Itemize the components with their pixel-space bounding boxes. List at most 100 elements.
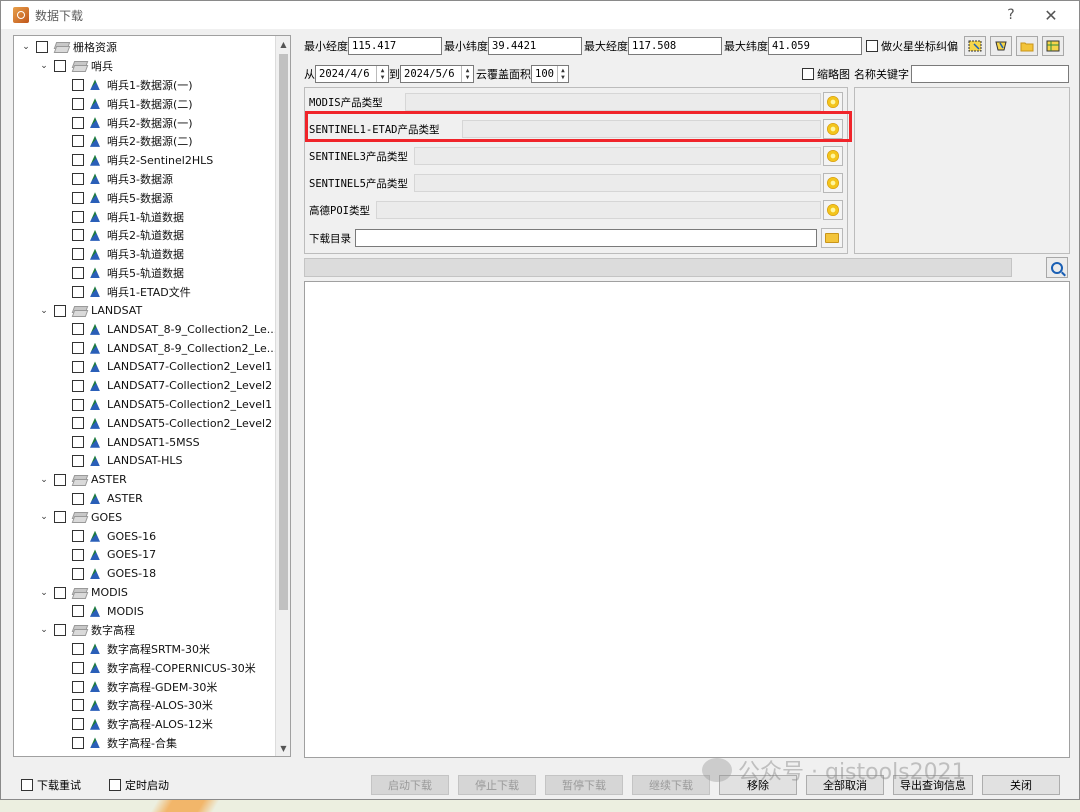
product-settings-button[interactable] bbox=[823, 200, 843, 220]
tree-checkbox[interactable] bbox=[72, 379, 84, 392]
resource-tree[interactable]: ⌄ 栅格资源 ⌄ 哨兵 哨兵1-数据源(一) 哨兵1-数据源(二) 哨兵2-数据源(一) 哨兵… bbox=[13, 35, 291, 757]
tree-leaf-node[interactable]: GOES-18 bbox=[56, 564, 156, 583]
tree-group-node[interactable]: ⌄ LANDSAT bbox=[38, 301, 142, 320]
tree-checkbox[interactable] bbox=[72, 229, 84, 242]
tree-checkbox[interactable] bbox=[72, 172, 84, 185]
chevron-down-icon[interactable]: ⌄ bbox=[38, 60, 50, 72]
tree-leaf-node[interactable]: LANDSAT7-Collection2_Level1 bbox=[56, 358, 272, 377]
tree-checkbox[interactable] bbox=[72, 736, 84, 749]
tree-leaf-node[interactable]: MODIS bbox=[56, 602, 144, 621]
grid-tool-button[interactable] bbox=[1042, 36, 1064, 56]
chevron-down-icon[interactable]: ⌄ bbox=[38, 305, 50, 317]
redownload-option[interactable]: 下载重试 bbox=[21, 777, 81, 793]
tree-group-node[interactable]: ⌄ 栅格资源 bbox=[20, 38, 117, 57]
mars-checkbox[interactable] bbox=[866, 40, 878, 52]
tree-checkbox[interactable] bbox=[54, 511, 66, 524]
tree-leaf-node[interactable]: 哨兵3-轨道数据 bbox=[56, 245, 184, 264]
tree-checkbox[interactable] bbox=[54, 624, 66, 637]
scroll-down-icon[interactable]: ▼ bbox=[276, 740, 290, 756]
tree-checkbox[interactable] bbox=[72, 360, 84, 373]
tree-checkbox[interactable] bbox=[72, 323, 84, 336]
to-date-spinner-icon[interactable]: ▲ ▼ bbox=[461, 66, 473, 82]
tree-checkbox[interactable] bbox=[72, 642, 84, 655]
product-type-field[interactable] bbox=[375, 201, 821, 219]
tree-leaf-node[interactable]: 哨兵3-数据源 bbox=[56, 170, 173, 189]
tree-checkbox[interactable] bbox=[72, 417, 84, 430]
continue-download-button[interactable]: 继续下载 bbox=[632, 775, 710, 795]
tree-leaf-node[interactable]: 哨兵2-Sentinel2HLS bbox=[56, 151, 213, 170]
tree-checkbox[interactable] bbox=[72, 680, 84, 693]
browse-folder-button[interactable] bbox=[821, 228, 843, 248]
tree-leaf-node[interactable]: GOES-16 bbox=[56, 527, 156, 546]
tree-checkbox[interactable] bbox=[72, 191, 84, 204]
tree-checkbox[interactable] bbox=[72, 116, 84, 129]
tree-checkbox[interactable] bbox=[72, 530, 84, 543]
timed-start-checkbox[interactable] bbox=[109, 779, 121, 791]
pick-feature-button[interactable] bbox=[990, 36, 1012, 56]
tree-leaf-node[interactable]: LANDSAT_8-9_Collection2_Le... bbox=[56, 320, 277, 339]
tree-checkbox[interactable] bbox=[72, 436, 84, 449]
tree-leaf-node[interactable]: 哨兵5-轨道数据 bbox=[56, 264, 184, 283]
tree-group-node[interactable]: ⌄ 数字高程 bbox=[38, 621, 135, 640]
tree-checkbox[interactable] bbox=[72, 454, 84, 467]
chevron-down-icon[interactable]: ⌄ bbox=[38, 624, 50, 636]
from-date-spinner-icon[interactable]: ▲ ▼ bbox=[376, 66, 388, 82]
download-dir-input[interactable] bbox=[355, 229, 817, 247]
tree-checkbox[interactable] bbox=[72, 78, 84, 91]
chevron-down-icon[interactable]: ⌄ bbox=[38, 511, 50, 523]
product-settings-button[interactable] bbox=[823, 92, 843, 112]
tree-leaf-node[interactable]: LANDSAT7-Collection2_Level2 bbox=[56, 376, 272, 395]
tree-leaf-node[interactable]: 哨兵1-ETAD文件 bbox=[56, 282, 191, 301]
min-lon-input[interactable]: 115.417 bbox=[348, 37, 442, 55]
cloud-cover-stepper[interactable]: 100 ▲ ▼ bbox=[531, 65, 569, 83]
search-button[interactable] bbox=[1046, 257, 1068, 278]
tree-checkbox[interactable] bbox=[72, 661, 84, 674]
stop-download-button[interactable]: 停止下载 bbox=[458, 775, 536, 795]
tree-leaf-node[interactable]: ASTER bbox=[56, 489, 143, 508]
start-download-button[interactable]: 启动下载 bbox=[371, 775, 449, 795]
tree-group-node[interactable]: ⌄ 哨兵 bbox=[38, 57, 113, 76]
tree-checkbox[interactable] bbox=[72, 567, 84, 580]
select-area-button[interactable] bbox=[964, 36, 986, 56]
tree-leaf-node[interactable]: LANDSAT-HLS bbox=[56, 452, 183, 471]
open-folder-button[interactable] bbox=[1016, 36, 1038, 56]
thumbnail-checkbox[interactable] bbox=[802, 68, 814, 80]
tree-checkbox[interactable] bbox=[72, 398, 84, 411]
product-type-field[interactable] bbox=[413, 147, 821, 165]
keyword-input[interactable] bbox=[911, 65, 1069, 83]
tree-checkbox[interactable] bbox=[72, 248, 84, 261]
tree-leaf-node[interactable]: LANDSAT_8-9_Collection2_Le... bbox=[56, 339, 277, 358]
tree-checkbox[interactable] bbox=[72, 718, 84, 731]
chevron-down-icon[interactable]: ⌄ bbox=[20, 41, 32, 53]
to-date-picker[interactable]: 2024/5/6 ▲ ▼ bbox=[400, 65, 474, 83]
tree-group-node[interactable]: ⌄ ASTER bbox=[38, 470, 127, 489]
tree-leaf-node[interactable]: 数字高程-COPERNICUS-30米 bbox=[56, 658, 256, 677]
close-window-button[interactable]: ✕ bbox=[1033, 3, 1069, 27]
tree-leaf-node[interactable]: 哨兵1-数据源(二) bbox=[56, 94, 193, 113]
tree-checkbox[interactable] bbox=[72, 548, 84, 561]
tree-leaf-node[interactable]: 数字高程-合集 bbox=[56, 734, 177, 753]
from-date-picker[interactable]: 2024/4/6 ▲ ▼ bbox=[315, 65, 389, 83]
tree-group-node[interactable]: ⌄ MODIS bbox=[38, 583, 128, 602]
tree-leaf-node[interactable]: 哨兵2-数据源(一) bbox=[56, 113, 193, 132]
tree-leaf-node[interactable]: 哨兵2-轨道数据 bbox=[56, 226, 184, 245]
tree-leaf-node[interactable]: LANDSAT5-Collection2_Level1 bbox=[56, 395, 272, 414]
tree-checkbox[interactable] bbox=[72, 135, 84, 148]
min-lat-input[interactable]: 39.4421 bbox=[488, 37, 582, 55]
chevron-down-icon[interactable]: ⌄ bbox=[38, 474, 50, 486]
tree-checkbox[interactable] bbox=[72, 605, 84, 618]
tree-leaf-node[interactable]: 数字高程-GDEM-30米 bbox=[56, 677, 217, 696]
tree-checkbox[interactable] bbox=[72, 342, 84, 355]
tree-checkbox[interactable] bbox=[72, 97, 84, 110]
tree-checkbox[interactable] bbox=[72, 210, 84, 223]
tree-leaf-node[interactable]: 数字高程SRTM-30米 bbox=[56, 640, 210, 659]
tree-checkbox[interactable] bbox=[72, 492, 84, 505]
result-list[interactable] bbox=[304, 281, 1070, 758]
tree-leaf-node[interactable]: 数字高程-ALOS-30米 bbox=[56, 696, 213, 715]
tree-checkbox[interactable] bbox=[72, 699, 84, 712]
product-settings-button[interactable] bbox=[823, 146, 843, 166]
tree-scrollbar[interactable]: ▲ ▼ bbox=[275, 36, 290, 756]
tree-checkbox[interactable] bbox=[54, 304, 66, 317]
close-button[interactable]: 关闭 bbox=[982, 775, 1060, 795]
max-lon-input[interactable]: 117.508 bbox=[628, 37, 722, 55]
